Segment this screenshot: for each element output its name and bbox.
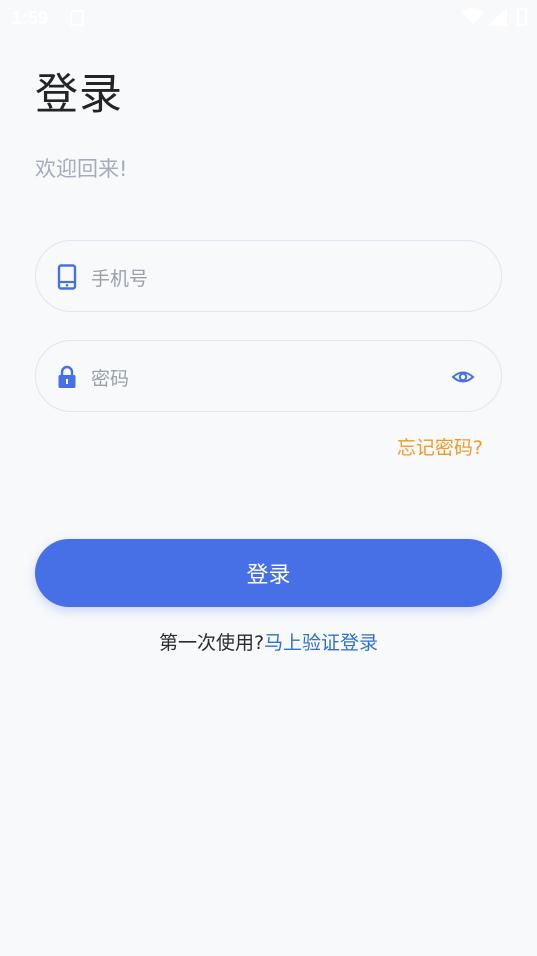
status-time: 1:59 [12,8,49,28]
forgot-password-link[interactable]: 忘记密码? [397,433,483,460]
notification-icon [70,10,84,26]
verify-login-link[interactable]: 马上验证登录 [264,632,378,654]
login-button[interactable]: 登录 [35,539,502,607]
phone-placeholder: 手机号 [91,268,149,290]
password-field[interactable]: 密码 [35,340,502,412]
first-time-text: 第一次使用? [158,632,265,654]
wifi-icon [462,8,484,25]
battery-icon [517,8,527,26]
welcome-subtitle: 欢迎回来! [35,157,128,181]
lock-icon [58,365,76,388]
login-screen: 1:59 登录 欢迎回来! 手机号 密码 忘记密码? 登录 第一次使用?马上验证… [0,0,537,956]
signal-icon [487,8,507,26]
page-title: 登录 [35,70,123,120]
status-bar: 1:59 [0,0,537,36]
phone-icon [57,264,77,290]
verify-login-prompt: 第一次使用?马上验证登录 [0,628,537,655]
password-placeholder: 密码 [91,368,130,390]
eye-icon[interactable] [451,365,475,389]
phone-field[interactable]: 手机号 [35,240,502,312]
